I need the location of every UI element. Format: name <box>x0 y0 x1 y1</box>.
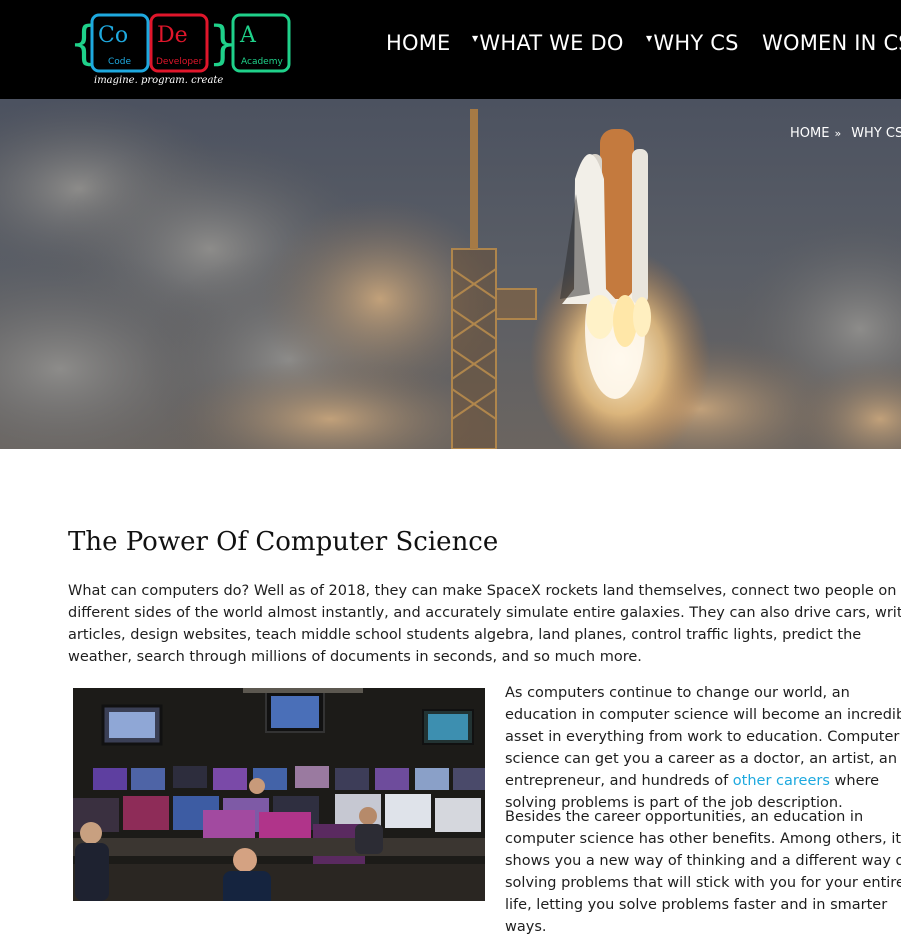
caret-down-icon: ▼ <box>646 34 653 43</box>
rocket-launch-image <box>0 99 901 449</box>
mission-control-image <box>73 688 485 901</box>
nav-what-we-do[interactable]: ▼WHAT WE DO <box>472 31 624 55</box>
nav-what-we-do-label: WHAT WE DO <box>479 31 624 55</box>
nav-why-cs[interactable]: ▼WHY CS <box>646 31 739 55</box>
svg-text:Code: Code <box>108 57 132 67</box>
chevron-double-right-icon: » <box>834 127 842 140</box>
caret-down-icon: ▼ <box>472 34 479 43</box>
nav-home[interactable]: HOME <box>386 31 451 55</box>
svg-text:Co: Co <box>98 23 128 48</box>
page-title: The Power Of Computer Science <box>68 527 499 557</box>
nav-home-label: HOME <box>386 31 451 55</box>
hero-banner: HOME » WHY CS <box>0 99 901 449</box>
breadcrumb: HOME » WHY CS <box>790 126 901 141</box>
breadcrumb-why-cs[interactable]: WHY CS <box>851 126 901 141</box>
svg-text:A: A <box>239 23 257 48</box>
site-header: { Co Code De Developer } A Academy imagi… <box>0 0 901 99</box>
codea-logo[interactable]: { Co Code De Developer } A Academy imagi… <box>70 12 292 90</box>
svg-text:Academy: Academy <box>241 57 283 67</box>
careers-paragraph: As computers continue to change our worl… <box>505 682 901 814</box>
svg-text:De: De <box>157 23 188 48</box>
nav-why-cs-label: WHY CS <box>653 31 739 55</box>
svg-text:Developer: Developer <box>156 57 203 67</box>
intro-paragraph: What can computers do? Well as of 2018, … <box>68 583 901 665</box>
benefits-paragraph: Besides the career opportunities, an edu… <box>505 809 901 935</box>
svg-text:imagine. program. create: imagine. program. create <box>94 75 223 86</box>
nav-women-in-cs-label: WOMEN IN CS <box>762 31 901 55</box>
svg-text:{: { <box>70 16 98 70</box>
breadcrumb-home[interactable]: HOME <box>790 126 829 141</box>
nav-women-in-cs[interactable]: WOMEN IN CS <box>762 31 901 55</box>
mission-control-photo <box>73 688 485 901</box>
other-careers-link[interactable]: other careers <box>733 773 830 789</box>
